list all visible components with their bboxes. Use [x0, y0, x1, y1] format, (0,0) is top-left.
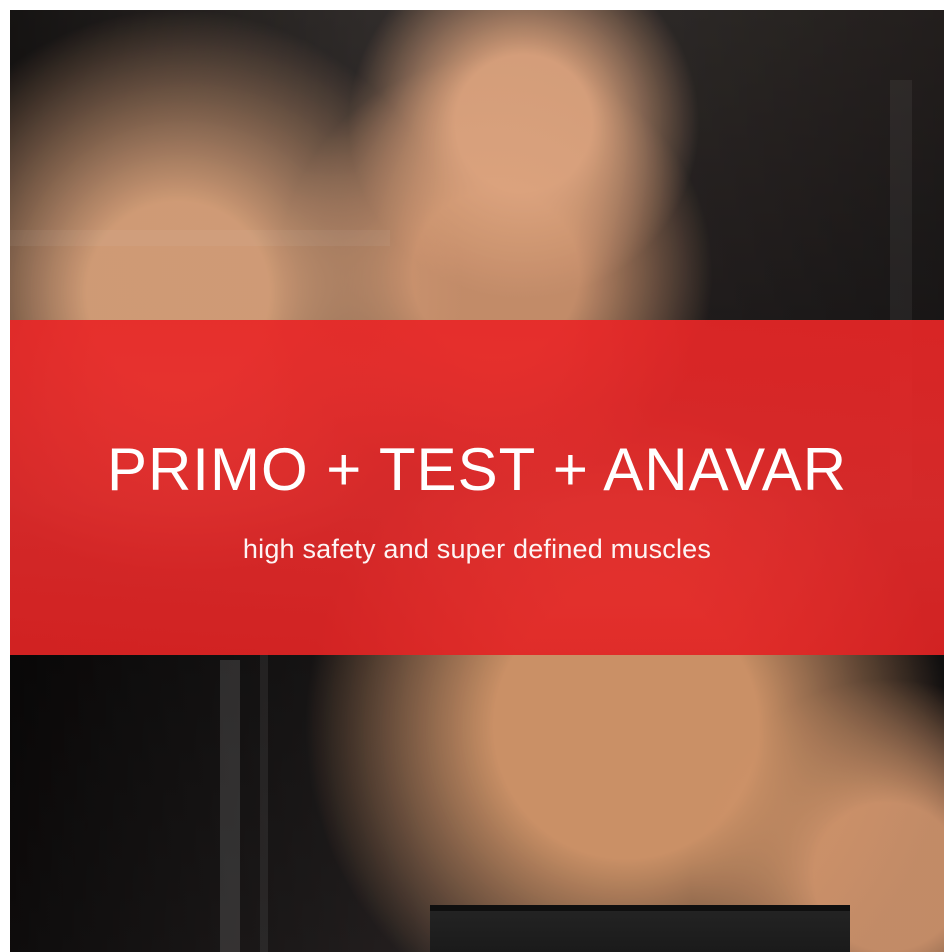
shorts — [430, 905, 850, 952]
gym-equipment-pole — [220, 660, 240, 952]
image-frame: PRIMO + TEST + ANAVAR high safety and su… — [10, 10, 944, 952]
gym-equipment-bar — [10, 230, 390, 246]
subheadline-text: high safety and super defined muscles — [242, 534, 712, 564]
gym-equipment-pole — [260, 650, 268, 952]
headline-text: PRIMO + TEST + ANAVAR — [106, 436, 848, 503]
red-text-band: PRIMO + TEST + ANAVAR high safety and su… — [10, 320, 944, 655]
